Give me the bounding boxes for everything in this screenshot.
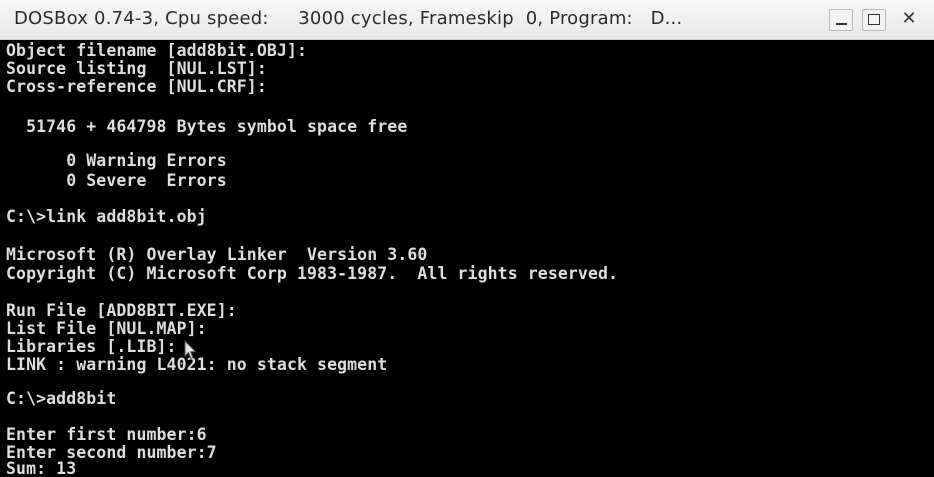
console-line: Libraries [.LIB]:	[6, 337, 177, 356]
close-button[interactable]: ✕	[897, 9, 921, 31]
maximize-button[interactable]	[862, 9, 886, 31]
minimize-button[interactable]	[829, 9, 853, 31]
console-line: 0 Warning Errors	[6, 151, 227, 170]
minimize-icon	[836, 23, 847, 25]
console-line: Enter first number:6	[6, 425, 207, 444]
window-title: DOSBox 0.74-3, Cpu speed: 3000 cycles, F…	[14, 8, 683, 29]
console-line: Microsoft (R) Overlay Linker Version 3.6…	[6, 245, 428, 264]
console-line: Object filename [add8bit.OBJ]:	[6, 41, 308, 60]
maximize-icon	[868, 14, 880, 25]
console-line: 51746 + 464798 Bytes symbol space free	[6, 117, 408, 136]
console-line: Sum: 13	[6, 459, 77, 477]
console-line: Run File [ADD8BIT.EXE]:	[6, 301, 237, 320]
close-icon: ✕	[901, 8, 917, 29]
console-line: Source listing [NUL.LST]:	[6, 59, 267, 78]
console-command-line: C:\>add8bit	[6, 389, 117, 408]
console-line: List File [NUL.MAP]:	[6, 319, 207, 338]
dos-console[interactable]: Object filename [add8bit.OBJ]: Source li…	[6, 40, 932, 477]
console-line: Cross-reference [NUL.CRF]:	[6, 77, 267, 96]
console-line: Copyright (C) Microsoft Corp 1983-1987. …	[6, 264, 619, 283]
dosbox-window: DOSBox 0.74-3, Cpu speed: 3000 cycles, F…	[0, 0, 934, 477]
console-command-line: C:\>link add8bit.obj	[6, 207, 207, 226]
title-bar[interactable]: DOSBox 0.74-3, Cpu speed: 3000 cycles, F…	[0, 0, 934, 40]
console-line: 0 Severe Errors	[6, 171, 227, 190]
